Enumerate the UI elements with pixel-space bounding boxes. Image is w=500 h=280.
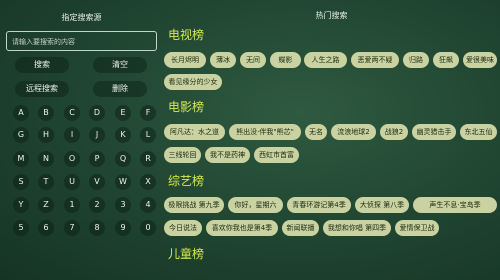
- hot-item[interactable]: 无间: [240, 52, 266, 68]
- key-a[interactable]: A: [13, 105, 29, 121]
- hot-item[interactable]: 我不是药神: [205, 147, 250, 163]
- key-k[interactable]: K: [115, 127, 131, 143]
- key-7[interactable]: 7: [64, 220, 80, 236]
- hot-item[interactable]: 喜欢你我也是第4季: [206, 220, 278, 236]
- key-l[interactable]: L: [140, 127, 156, 143]
- key-i[interactable]: I: [64, 127, 80, 143]
- hot-item[interactable]: 三线轮回: [164, 147, 201, 163]
- hot-item[interactable]: 我想和你唱 第四季: [323, 220, 391, 236]
- hot-item[interactable]: 极限挑战 第九季: [164, 197, 224, 213]
- key-w[interactable]: W: [115, 174, 131, 190]
- hot-item[interactable]: 新闻联播: [282, 220, 319, 236]
- remote-search-button[interactable]: 远程搜索: [15, 81, 69, 97]
- key-n[interactable]: N: [38, 151, 54, 167]
- hot-item[interactable]: 爱很美味: [463, 52, 497, 68]
- hot-item[interactable]: 看见缘分的少女: [164, 74, 222, 90]
- hot-item[interactable]: 青春环游记第4季: [287, 197, 351, 213]
- key-q[interactable]: Q: [115, 151, 131, 167]
- key-p[interactable]: P: [89, 151, 105, 167]
- key-f[interactable]: F: [140, 105, 156, 121]
- section-title-movie: 电影榜: [168, 100, 205, 114]
- hot-item[interactable]: 你好，星期六: [228, 197, 283, 213]
- key-2[interactable]: 2: [89, 197, 105, 213]
- key-4[interactable]: 4: [140, 197, 156, 213]
- hot-item[interactable]: 爱情保卫战: [395, 220, 439, 236]
- hot-item[interactable]: 东北五仙: [460, 124, 497, 140]
- section-title-tv: 电视榜: [168, 28, 205, 42]
- key-z[interactable]: Z: [38, 197, 54, 213]
- search-input[interactable]: 请输入要搜索的内容: [6, 31, 157, 51]
- key-o[interactable]: O: [64, 151, 80, 167]
- hot-item[interactable]: 幽灵猎击手: [412, 124, 456, 140]
- key-g[interactable]: G: [13, 127, 29, 143]
- key-8[interactable]: 8: [89, 220, 105, 236]
- section-title-variety: 综艺榜: [168, 174, 205, 188]
- key-h[interactable]: H: [38, 127, 54, 143]
- hot-search-title: 热门搜索: [315, 11, 348, 20]
- key-1[interactable]: 1: [64, 197, 80, 213]
- hot-item[interactable]: 阿凡达：水之道: [164, 124, 225, 140]
- hot-item[interactable]: 流浪地球2: [331, 124, 376, 140]
- hot-item[interactable]: 西虹市首富: [254, 147, 299, 163]
- hot-item[interactable]: 战狼2: [380, 124, 408, 140]
- key-t[interactable]: T: [38, 174, 54, 190]
- key-9[interactable]: 9: [115, 220, 131, 236]
- delete-button[interactable]: 删除: [93, 81, 147, 97]
- section-title-kids: 儿童榜: [168, 247, 205, 261]
- key-6[interactable]: 6: [38, 220, 54, 236]
- key-r[interactable]: R: [140, 151, 156, 167]
- search-button[interactable]: 搜索: [15, 57, 69, 73]
- key-c[interactable]: C: [64, 105, 80, 121]
- hot-item[interactable]: 归路: [403, 52, 429, 68]
- hot-search-panel: 热门搜索 电视榜 长月烬明 薄冰 无间 蝶影 人生之路 恶爱两不疑 归路 狂飙 …: [163, 0, 500, 280]
- key-b[interactable]: B: [38, 105, 54, 121]
- key-s[interactable]: S: [13, 174, 29, 190]
- hot-item[interactable]: 长月烬明: [164, 52, 206, 68]
- hot-item[interactable]: 恶爱两不疑: [351, 52, 399, 68]
- key-d[interactable]: D: [89, 105, 105, 121]
- hot-item[interactable]: 声生不息·宝岛季: [413, 197, 497, 213]
- key-5[interactable]: 5: [13, 220, 29, 236]
- hot-item[interactable]: 狂飙: [433, 52, 459, 68]
- key-y[interactable]: Y: [13, 197, 29, 213]
- key-m[interactable]: M: [13, 151, 29, 167]
- hot-item[interactable]: 人生之路: [304, 52, 347, 68]
- key-v[interactable]: V: [89, 174, 105, 190]
- hot-item[interactable]: 今日说法: [164, 220, 202, 236]
- key-3[interactable]: 3: [115, 197, 131, 213]
- hot-item[interactable]: 薄冰: [210, 52, 236, 68]
- hot-item[interactable]: 蝶影: [270, 52, 301, 68]
- key-0[interactable]: 0: [140, 220, 156, 236]
- clear-button[interactable]: 清空: [93, 57, 147, 73]
- key-u[interactable]: U: [64, 174, 80, 190]
- hot-item[interactable]: 无名: [305, 124, 327, 140]
- hot-item[interactable]: 大侦探 第八季: [355, 197, 409, 213]
- key-x[interactable]: X: [140, 174, 156, 190]
- search-source-title: 指定搜索源: [61, 13, 102, 22]
- search-panel: 指定搜索源 请输入要搜索的内容 搜索 清空 远程搜索 删除 ABCDEF GHIJ…: [0, 0, 163, 280]
- key-e[interactable]: E: [115, 105, 131, 121]
- key-j[interactable]: J: [89, 127, 105, 143]
- hot-item[interactable]: 熊出没·伴我"熊芯": [229, 124, 301, 140]
